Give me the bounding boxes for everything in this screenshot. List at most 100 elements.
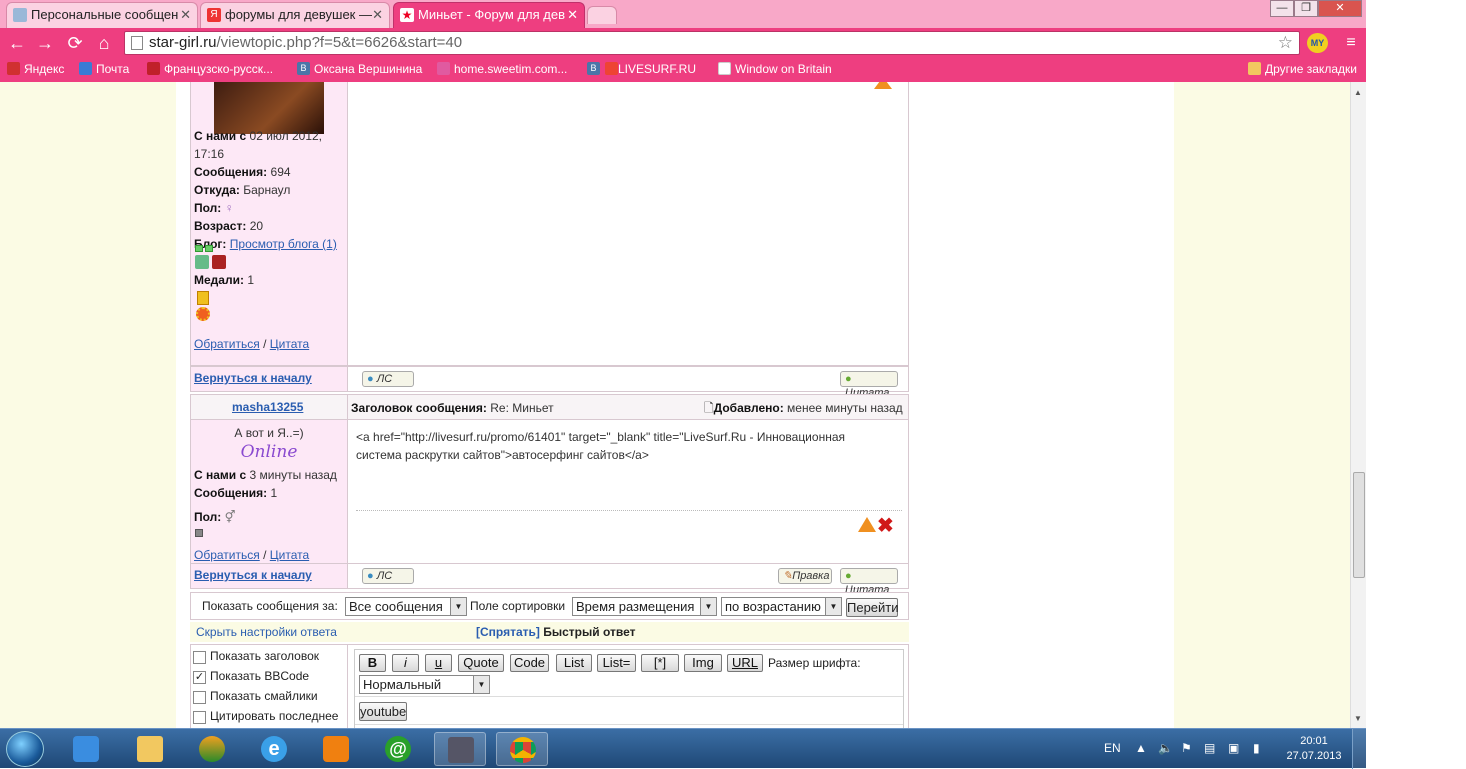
minimize-button[interactable]: — [1270, 0, 1294, 17]
scroll-thumb[interactable] [1353, 472, 1365, 578]
go-button[interactable]: Перейти [846, 598, 899, 617]
chrome-icon [510, 737, 536, 763]
checkbox-checked[interactable]: ✓ [193, 671, 206, 684]
bookmark-livesurf[interactable]: B LIVESURF.RU [587, 62, 696, 76]
quote-button[interactable]: ● Цитата [840, 568, 898, 596]
language-indicator[interactable]: EN [1104, 741, 1121, 755]
quote-tag-button[interactable]: Quote [458, 654, 504, 672]
contact-link[interactable]: Обратиться [194, 548, 260, 562]
italic-button[interactable]: i [392, 654, 419, 672]
folder-icon [137, 736, 163, 762]
menu-icon[interactable]: ≡ [1340, 32, 1362, 54]
scroll-up-arrow-icon[interactable]: ▲ [1354, 88, 1362, 97]
bookmark-vk-oksana[interactable]: B Оксана Вершинина [297, 62, 422, 76]
sort-field-select[interactable]: Время размещения ▼ [572, 597, 717, 616]
display-icon[interactable]: ▣ [1228, 741, 1239, 755]
show-desktop-button[interactable] [1352, 729, 1366, 769]
taskbar-mail-agent[interactable]: @ [372, 732, 424, 766]
tab-private-messages[interactable]: Персональные сообщен ✕ [6, 2, 198, 28]
back-to-top-link[interactable]: Вернуться к началу [194, 568, 312, 582]
back-to-top-link[interactable]: Вернуться к началу [194, 371, 312, 385]
address-bar[interactable]: star-girl.ru/viewtopic.php?f=5&t=6626&st… [124, 31, 1300, 55]
bookmark-mail[interactable]: Почта [79, 62, 129, 76]
bookmark-sweetim[interactable]: home.sweetim.com... [437, 62, 567, 76]
taskbar-winamp[interactable] [186, 732, 238, 766]
bold-button[interactable]: B [359, 654, 386, 672]
checkbox[interactable] [193, 711, 206, 724]
contact-link[interactable]: Обратиться [194, 337, 260, 351]
report-warning-icon[interactable] [858, 517, 876, 532]
bbcode-panel: B i u Quote Code List List= [*] Img URL … [354, 649, 904, 728]
quote-link[interactable]: Цитата [270, 337, 309, 351]
thumbs-up-icon[interactable] [195, 255, 209, 269]
list-tag-button[interactable]: List [556, 654, 592, 672]
profile-avatar[interactable]: MY [1307, 33, 1328, 53]
checkbox[interactable] [193, 651, 206, 664]
checkbox[interactable] [193, 691, 206, 704]
new-tab-button[interactable] [587, 6, 617, 24]
blog-link[interactable]: Просмотр блога (1) [230, 237, 337, 251]
taskbar-ie[interactable]: e [248, 732, 300, 766]
underline-button[interactable]: u [425, 654, 452, 672]
taskbar-app-active[interactable] [434, 732, 486, 766]
back-arrow-icon[interactable]: ← [6, 32, 28, 54]
font-size-select[interactable]: Нормальный ▼ [359, 675, 490, 694]
reputation-icon [195, 529, 203, 537]
quote-icon: ● [845, 570, 852, 582]
quote-link[interactable]: Цитата [270, 548, 309, 562]
bookmark-yandex[interactable]: Яндекс [7, 62, 64, 76]
chat-bubble-icon: ● [367, 570, 374, 582]
restore-button[interactable]: ❐ [1294, 0, 1318, 17]
vertical-scrollbar[interactable]: ▲ ▼ [1350, 82, 1366, 728]
hide-settings-link[interactable]: Скрыть настройки ответа [196, 625, 337, 639]
sort-order-select[interactable]: по возрастанию ▼ [721, 597, 842, 616]
taskbar-media-player[interactable] [60, 732, 112, 766]
option-show-smilies[interactable]: Показать смайлики [191, 689, 347, 704]
taskbar-odnoklassniki[interactable] [310, 732, 362, 766]
delete-icon[interactable]: ✖ [877, 513, 894, 538]
scroll-down-arrow-icon[interactable]: ▼ [1354, 714, 1362, 723]
bookmark-dictionary[interactable]: Французско-русск... [147, 62, 273, 76]
hide-link[interactable]: [Спрятать] [476, 625, 540, 639]
taskbar-chrome[interactable] [496, 732, 548, 766]
close-tab-icon[interactable]: ✕ [180, 7, 191, 23]
system-clock[interactable]: 20:01 27.07.2013 [1282, 734, 1346, 764]
tab-active-forum[interactable]: ★ Миньет - Форум для дев ✕ [393, 2, 585, 28]
code-tag-button[interactable]: Code [510, 654, 549, 672]
close-tab-icon[interactable]: ✕ [567, 7, 578, 23]
reload-icon[interactable]: ⟳ [64, 32, 86, 54]
battery-icon[interactable]: ▮ [1253, 741, 1260, 755]
author-link[interactable]: masha13255 [232, 400, 303, 414]
volume-icon[interactable]: 🔈 [1158, 741, 1173, 755]
quote-button[interactable]: ● Цитата [840, 371, 898, 399]
close-window-button[interactable]: ✕ [1318, 0, 1362, 17]
show-posts-select[interactable]: Все сообщения ▼ [345, 597, 467, 616]
start-button[interactable] [6, 731, 44, 767]
flag-icon[interactable]: ⚑ [1181, 741, 1192, 755]
close-tab-icon[interactable]: ✕ [372, 7, 383, 23]
option-quote-last[interactable]: Цитировать последнее [191, 709, 347, 724]
taskbar-explorer[interactable] [124, 732, 176, 766]
chevron-up-icon[interactable]: ▲ [1135, 741, 1147, 755]
thumbs-down-icon[interactable] [212, 255, 226, 269]
list-item-button[interactable]: [*] [641, 654, 679, 672]
ordered-list-button[interactable]: List= [597, 654, 636, 672]
pm-button[interactable]: ● ЛС [362, 568, 414, 584]
bookmark-label: Window on Britain [735, 62, 832, 76]
bookmark-window-on-britain[interactable]: Window on Britain [718, 62, 832, 76]
option-show-subject[interactable]: Показать заголовок [191, 649, 347, 664]
pm-button[interactable]: ● ЛС [362, 371, 414, 387]
network-icon[interactable]: ▤ [1204, 741, 1215, 755]
site-favicon-icon [13, 8, 27, 22]
youtube-button[interactable]: youtube [359, 702, 407, 721]
forward-arrow-icon[interactable]: → [34, 32, 56, 54]
tab-forums[interactable]: Я форумы для девушек — ✕ [200, 2, 390, 28]
report-warning-icon[interactable] [874, 82, 892, 89]
home-icon[interactable]: ⌂ [93, 32, 115, 54]
url-tag-button[interactable]: URL [727, 654, 763, 672]
other-bookmarks[interactable]: Другие закладки [1248, 62, 1357, 76]
edit-button[interactable]: ✎Правка [778, 568, 832, 584]
option-show-bbcode[interactable]: ✓ Показать BBCode [191, 669, 347, 684]
img-tag-button[interactable]: Img [684, 654, 722, 672]
bookmark-star-icon[interactable]: ☆ [1278, 32, 1293, 54]
